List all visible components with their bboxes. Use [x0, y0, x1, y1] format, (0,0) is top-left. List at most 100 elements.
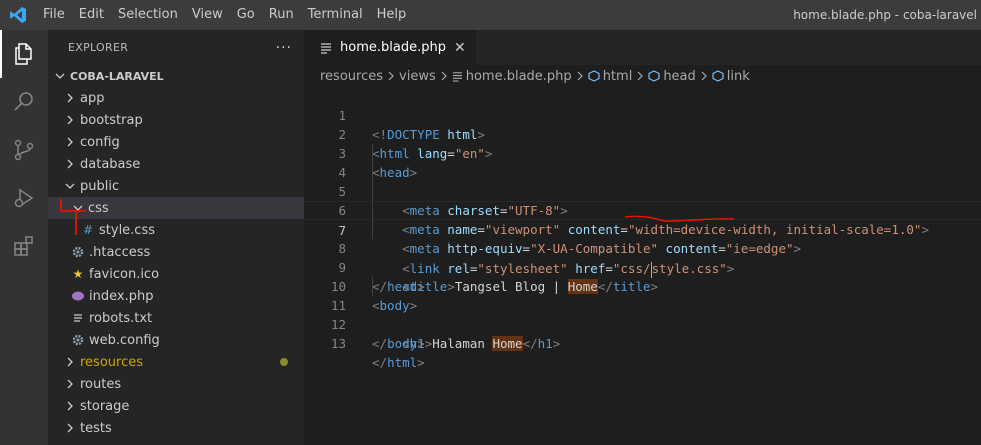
menu-help[interactable]: Help	[370, 0, 414, 30]
menu-go[interactable]: Go	[230, 0, 262, 30]
tree-item-favicon[interactable]: ★ favicon.ico	[48, 263, 304, 285]
chevron-right-icon	[636, 71, 644, 81]
text-file-icon	[70, 310, 86, 326]
breadcrumb-views[interactable]: views	[399, 69, 436, 84]
code-line-3[interactable]: 3 <head>	[304, 125, 981, 180]
tree-item-label: style.css	[99, 222, 155, 238]
tree-item-style-css[interactable]: # style.css	[48, 219, 304, 241]
menu-file[interactable]: File	[36, 0, 72, 30]
chevron-right-icon	[62, 112, 78, 128]
menu-run[interactable]: Run	[262, 0, 301, 30]
tab-home-blade-php[interactable]: home.blade.php ✕	[304, 30, 476, 65]
code-line-7[interactable]: 7 <link rel="stylesheet" href="css/style…	[304, 201, 981, 278]
code-line-9[interactable]: 9 </head>	[304, 239, 981, 294]
indent-guide	[372, 220, 373, 239]
code-line-1[interactable]: 1 <!DOCTYPE html>	[304, 87, 981, 142]
chevron-right-icon	[387, 71, 395, 81]
chevron-right-icon	[62, 354, 78, 370]
tree-item-index-php[interactable]: index.php	[48, 285, 304, 307]
tree-item-web-config[interactable]: web.config	[48, 329, 304, 351]
tree-item-routes[interactable]: routes	[48, 373, 304, 395]
code-line-4[interactable]: 4 <meta charset="UTF-8">	[304, 144, 981, 218]
tree-item-label: css	[88, 200, 109, 216]
project-folder[interactable]: COBA-LARAVEL	[48, 65, 304, 87]
tree-item-robots-txt[interactable]: robots.txt	[48, 307, 304, 329]
code-line-5[interactable]: 5 <meta name="viewport" content="width=d…	[304, 163, 981, 237]
indent-guide	[372, 277, 373, 296]
modified-indicator	[280, 358, 288, 366]
tree-item-database[interactable]: database	[48, 153, 304, 175]
chevron-right-icon	[700, 71, 708, 81]
project-name: COBA-LARAVEL	[70, 69, 164, 83]
code-line-8[interactable]: 8 <title>Tangsel Blog | Home</title>	[304, 220, 981, 294]
menu-edit[interactable]: Edit	[72, 0, 111, 30]
tree-item-resources[interactable]: resources	[48, 351, 304, 373]
chevron-down-icon	[52, 68, 68, 84]
run-debug-icon[interactable]	[0, 174, 48, 222]
tree-item-label: database	[80, 156, 141, 172]
chevron-right-icon	[62, 134, 78, 150]
explorer-sidebar: EXPLORER ··· COBA-LARAVEL app bootstrap …	[48, 30, 304, 445]
code-line-13[interactable]: 13 </html>	[304, 315, 981, 370]
files-icon[interactable]	[0, 30, 48, 78]
close-icon[interactable]: ✕	[454, 40, 466, 56]
tree-item-public[interactable]: public	[48, 175, 304, 197]
gear-icon	[70, 332, 86, 348]
chevron-down-icon	[62, 178, 78, 194]
tree-item-storage[interactable]: storage	[48, 395, 304, 417]
chevron-right-icon	[62, 376, 78, 392]
menu-view[interactable]: View	[185, 0, 230, 30]
code-line-12[interactable]: 12 </body>	[304, 296, 981, 351]
code-line-6[interactable]: 6 <meta http-equiv="X-UA-Compatible" con…	[304, 182, 981, 256]
menu-terminal[interactable]: Terminal	[301, 0, 370, 30]
code-line-2[interactable]: 2 <html lang="en">	[304, 106, 981, 161]
explorer-title: EXPLORER	[68, 41, 129, 54]
breadcrumb-link[interactable]: link	[727, 69, 750, 84]
breadcrumb: resources views home.blade.php html head…	[304, 65, 981, 87]
tree-item-label: .htaccess	[89, 244, 151, 260]
breadcrumb-html[interactable]: html	[603, 69, 633, 84]
tree-item-label: storage	[80, 398, 130, 414]
chevron-right-icon	[62, 90, 78, 106]
tree-item-label: bootstrap	[80, 112, 143, 128]
tree-item-htaccess[interactable]: .htaccess	[48, 241, 304, 263]
indent-guide	[372, 163, 373, 182]
tree-item-app[interactable]: app	[48, 87, 304, 109]
chevron-right-icon	[576, 71, 584, 81]
code-editor[interactable]: 1 <!DOCTYPE html> 2 <html lang="en"> 3 <…	[304, 87, 981, 370]
tree-item-css[interactable]: css	[48, 197, 304, 235]
activity-bar	[0, 30, 48, 445]
breadcrumb-resources[interactable]: resources	[320, 69, 383, 84]
source-control-icon[interactable]	[0, 126, 48, 174]
tab-bar: home.blade.php ✕	[304, 30, 981, 65]
symbol-field-icon	[712, 70, 724, 82]
gear-icon	[70, 244, 86, 260]
search-icon[interactable]	[0, 78, 48, 126]
menu-selection[interactable]: Selection	[111, 0, 185, 30]
file-lines-icon	[452, 71, 463, 82]
breadcrumb-file[interactable]: home.blade.php	[466, 69, 572, 84]
tree-item-bootstrap[interactable]: bootstrap	[48, 109, 304, 131]
code-line-11[interactable]: 11 <h1>Halaman Home</h1>	[304, 277, 981, 351]
tab-label: home.blade.php	[340, 40, 446, 55]
tree-item-label: robots.txt	[89, 310, 153, 326]
tree-item-config[interactable]: config	[48, 131, 304, 153]
star-icon: ★	[72, 267, 84, 281]
chevron-right-icon	[62, 420, 78, 436]
tree-item-label: config	[80, 134, 120, 150]
tree-item-label: favicon.ico	[89, 266, 160, 282]
symbol-field-icon	[588, 70, 600, 82]
code-line-10[interactable]: 10 <body>	[304, 258, 981, 313]
file-lines-icon	[318, 40, 334, 56]
php-elephant-icon	[70, 288, 86, 304]
vscode-logo-icon	[0, 0, 36, 30]
line-number: 13	[330, 336, 346, 351]
window-title: home.blade.php - coba-laravel	[793, 8, 977, 22]
editor-area: home.blade.php ✕ resources views home.bl…	[304, 30, 981, 445]
extensions-icon[interactable]	[0, 222, 48, 270]
more-actions-icon[interactable]: ···	[276, 40, 292, 56]
tree-item-label: resources	[80, 354, 144, 370]
breadcrumb-head[interactable]: head	[663, 69, 695, 84]
tree-item-label: index.php	[89, 288, 154, 304]
tree-item-tests[interactable]: tests	[48, 417, 304, 439]
